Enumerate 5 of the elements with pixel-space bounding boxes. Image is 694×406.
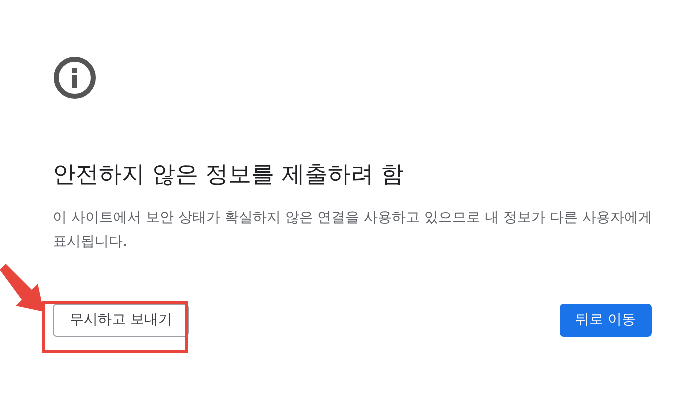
warning-message: 이 사이트에서 보안 상태가 확실하지 않은 연결을 사용하고 있으므로 내 정보가 다른 사용자에게 표시됩니다. (53, 209, 653, 252)
proceed-button[interactable]: 무시하고 보내기 (53, 304, 190, 337)
info-icon (53, 56, 97, 100)
back-button[interactable]: 뒤로 이동 (560, 304, 652, 337)
page-heading: 안전하지 않은 정보를 제출하려 함 (53, 161, 406, 190)
